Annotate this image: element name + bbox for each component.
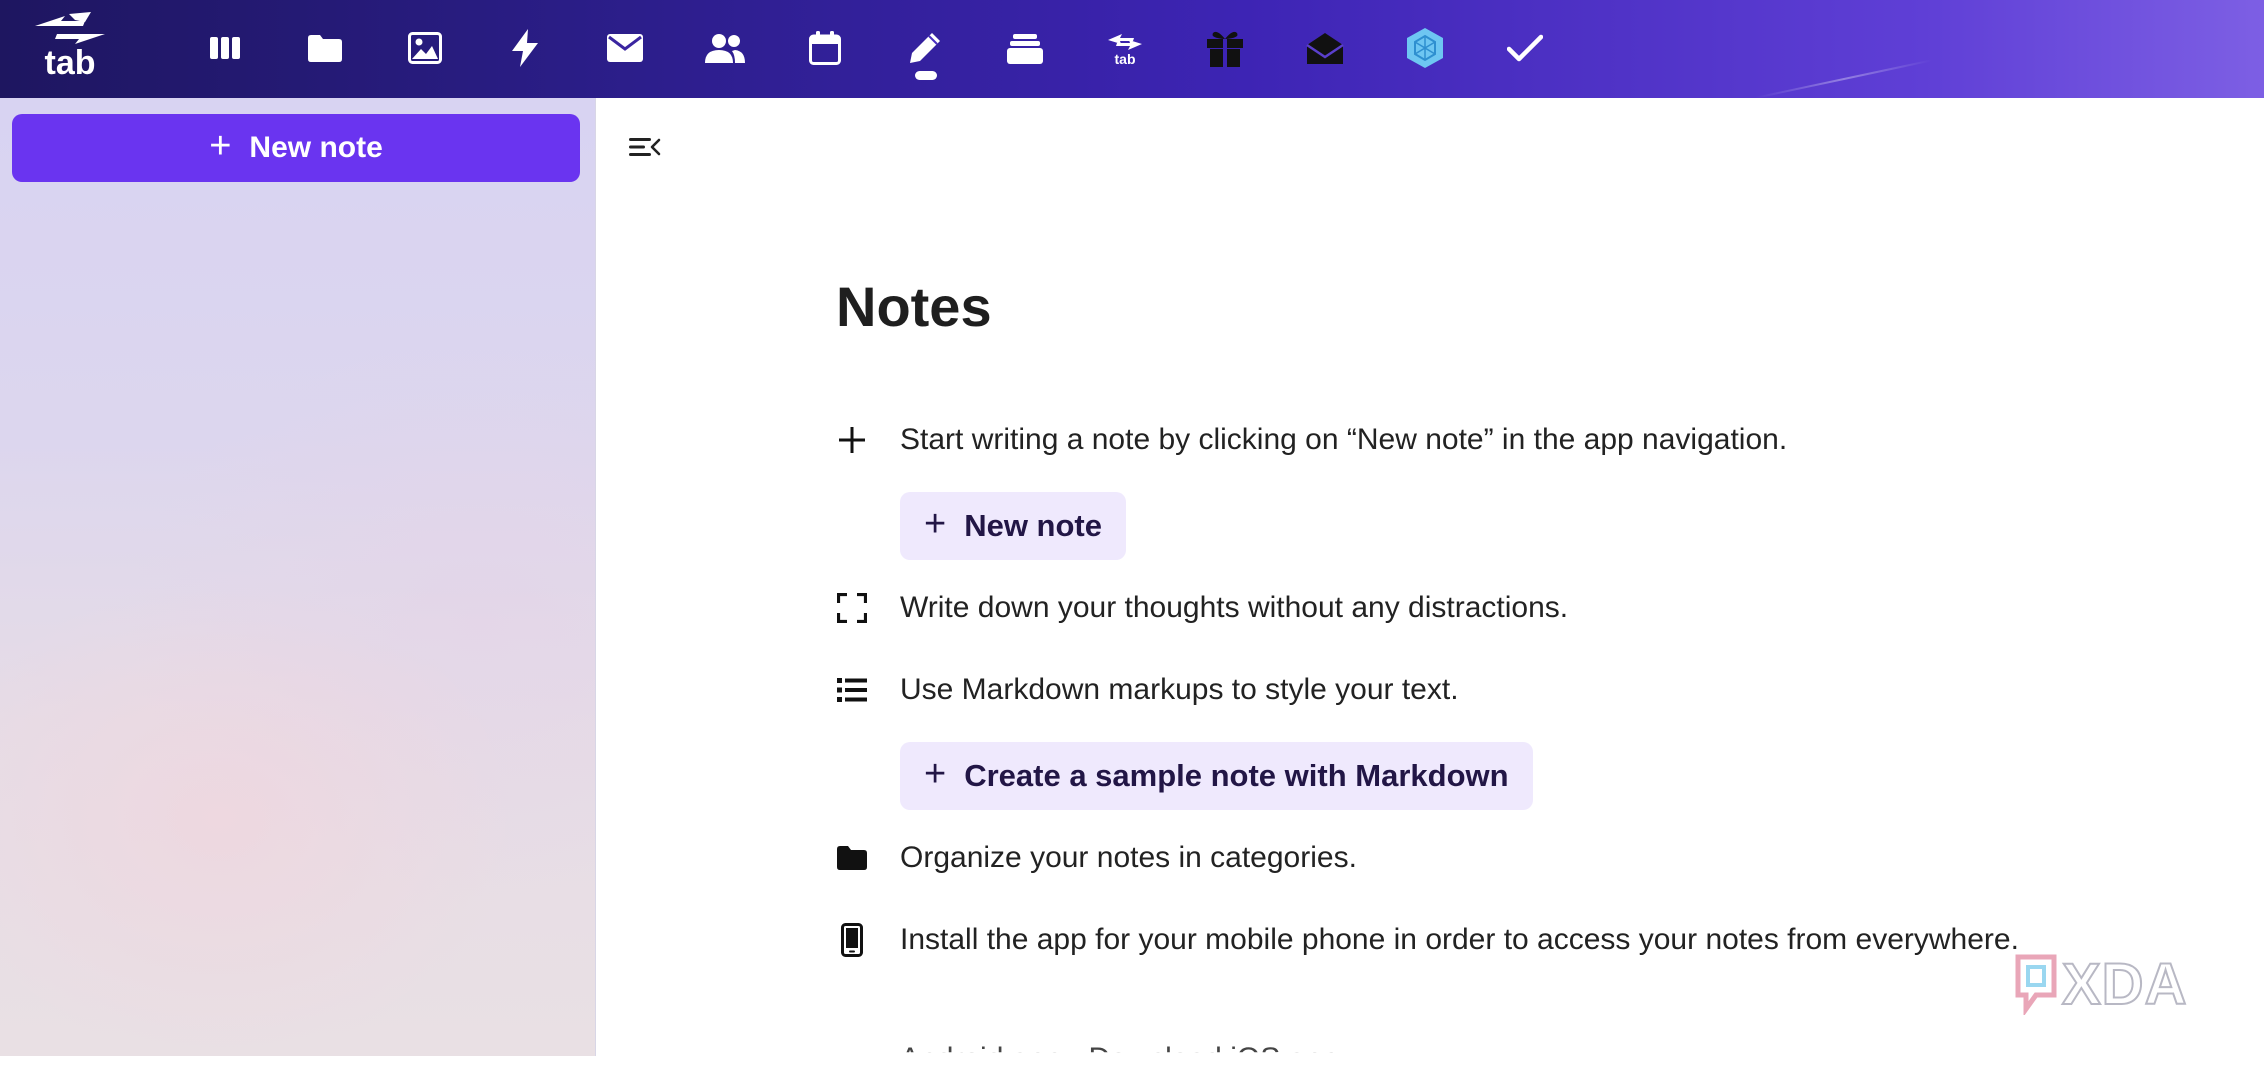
plus-icon: +	[209, 125, 232, 167]
check-icon[interactable]	[1495, 18, 1555, 78]
intro-text: Use Markdown markups to style your text.	[900, 673, 1459, 706]
columns-icon[interactable]	[195, 18, 255, 78]
collapse-sidebar-icon[interactable]	[627, 132, 667, 164]
intro-row-categories: Organize your notes in categories.	[836, 840, 1357, 876]
xda-watermark: XDA	[2014, 948, 2234, 1020]
watermark-text: XDA	[2061, 951, 2188, 1018]
top-navigation-bar: tab tab	[0, 0, 2264, 98]
contacts-icon[interactable]	[695, 18, 755, 78]
plus-icon: +	[924, 753, 947, 795]
xda-logo-icon	[2015, 954, 2057, 1015]
folder-icon	[836, 840, 868, 876]
intro-text: Write down your thoughts without any dis…	[900, 591, 1569, 624]
mobile-phone-icon	[836, 922, 868, 958]
intro-row-mobile-app: Install the app for your mobile phone in…	[836, 922, 2019, 958]
bolt-icon[interactable]	[495, 18, 555, 78]
sidebar-new-note-label: New note	[249, 131, 383, 164]
main-new-note-label: New note	[964, 508, 1102, 543]
app-logo[interactable]: tab	[28, 10, 112, 88]
image-icon[interactable]	[395, 18, 455, 78]
fullscreen-icon	[836, 590, 868, 626]
create-sample-note-label: Create a sample note with Markdown	[964, 758, 1509, 793]
intro-row-distraction-free: Write down your thoughts without any dis…	[836, 590, 1568, 626]
page-title: Notes	[836, 275, 992, 338]
layers-icon[interactable]	[995, 18, 1055, 78]
intro-text: Install the app for your mobile phone in…	[900, 923, 2019, 956]
main-new-note-button[interactable]: + New note	[900, 492, 1126, 560]
tab-transfer-icon[interactable]: tab	[1095, 18, 1155, 78]
pencil-icon[interactable]	[895, 18, 955, 80]
svg-text:tab: tab	[1115, 51, 1136, 66]
gift-icon[interactable]	[1195, 18, 1255, 78]
mail-icon[interactable]	[595, 18, 655, 78]
intro-text: Organize your notes in categories.	[900, 841, 1357, 874]
notes-sidebar: + New note	[0, 98, 596, 1056]
plus-icon: +	[924, 503, 947, 545]
folder-icon[interactable]	[295, 18, 355, 78]
calendar-icon[interactable]	[795, 18, 855, 78]
hexagon-icon[interactable]	[1395, 18, 1455, 78]
envelope-open-icon[interactable]	[1295, 18, 1355, 78]
intro-text: Start writing a note by clicking on “New…	[900, 423, 1788, 456]
intro-row-new-note: Start writing a note by clicking on “New…	[836, 422, 1787, 458]
notes-main-panel: Notes Start writing a note by clicking o…	[597, 98, 2264, 1056]
active-indicator	[915, 71, 937, 80]
list-icon	[836, 672, 868, 708]
app-download-links[interactable]: Android app · Download iOS app	[900, 1042, 1339, 1052]
create-sample-note-button[interactable]: + Create a sample note with Markdown	[900, 742, 1533, 810]
sidebar-new-note-button[interactable]: + New note	[12, 114, 580, 182]
plus-icon	[836, 422, 868, 458]
intro-row-markdown: Use Markdown markups to style your text.	[836, 672, 1459, 708]
logo-text: tab	[44, 44, 96, 82]
background-streak	[1755, 59, 1933, 98]
